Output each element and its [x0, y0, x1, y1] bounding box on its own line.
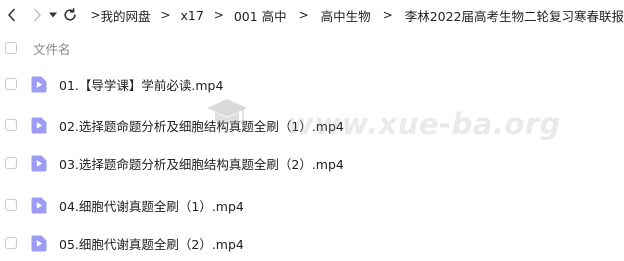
file-row[interactable]: 04.细胞代谢真题全刷（1）.mp4: [0, 187, 624, 223]
breadcrumb-item-current-folder[interactable]: 李林2022届高考生物二轮复习寒春联报: [405, 6, 624, 25]
breadcrumb-separator: >: [204, 8, 234, 22]
file-checkbox[interactable]: [5, 199, 17, 211]
breadcrumb-separator: >: [371, 8, 405, 22]
file-name[interactable]: 05.细胞代谢真题全刷（2）.mp4: [59, 234, 244, 253]
breadcrumb-item-high-school[interactable]: 001 高中: [234, 6, 287, 25]
file-name[interactable]: 01.【导学课】学前必读.mp4: [59, 75, 223, 94]
refresh-icon: [63, 8, 77, 22]
video-file-icon: [31, 235, 47, 252]
file-checkbox[interactable]: [5, 157, 17, 169]
back-button[interactable]: [2, 0, 22, 30]
toolbar: > 我的网盘 > x17 > 001 高中 > 高中生物 > 李林2022届高考…: [0, 0, 624, 30]
file-checkbox[interactable]: [5, 78, 17, 90]
file-checkbox[interactable]: [5, 119, 17, 131]
video-file-icon: [31, 155, 47, 172]
file-row[interactable]: 03.选择题命题分析及细胞结构真题全刷（2）.mp4: [0, 145, 624, 181]
breadcrumb-separator: >: [91, 8, 101, 22]
file-row[interactable]: 05.细胞代谢真题全刷（2）.mp4: [0, 225, 624, 261]
breadcrumb: 我的网盘 > x17 > 001 高中 > 高中生物 > 李林2022届高考生物…: [101, 6, 624, 25]
video-file-icon: [31, 76, 47, 93]
file-name[interactable]: 04.细胞代谢真题全刷（1）.mp4: [59, 196, 244, 215]
name-column-header[interactable]: 文件名: [33, 39, 71, 58]
file-row[interactable]: 02.选择题命题分析及细胞结构真题全刷（1）.mp4: [0, 107, 624, 143]
refresh-button[interactable]: [63, 0, 79, 30]
file-checkbox[interactable]: [5, 237, 17, 249]
breadcrumb-item-biology[interactable]: 高中生物: [321, 6, 371, 25]
forward-button[interactable]: [28, 0, 47, 30]
history-dropdown-button[interactable]: [48, 0, 59, 30]
chevron-right-icon: [32, 8, 42, 22]
file-row[interactable]: 01.【导学课】学前必读.mp4: [0, 66, 624, 102]
video-file-icon: [31, 197, 47, 214]
video-file-icon: [31, 117, 47, 134]
breadcrumb-item-my-drive[interactable]: 我的网盘: [101, 6, 151, 25]
chevron-left-icon: [7, 8, 17, 22]
breadcrumb-separator: >: [287, 8, 321, 22]
breadcrumb-separator: >: [151, 8, 181, 22]
caret-down-icon: [49, 12, 57, 18]
file-name[interactable]: 02.选择题命题分析及细胞结构真题全刷（1）.mp4: [59, 116, 344, 135]
file-name[interactable]: 03.选择题命题分析及细胞结构真题全刷（2）.mp4: [59, 154, 344, 173]
file-list-header: 文件名: [0, 34, 624, 62]
breadcrumb-item-x17[interactable]: x17: [181, 8, 204, 23]
select-all-checkbox[interactable]: [5, 42, 17, 54]
